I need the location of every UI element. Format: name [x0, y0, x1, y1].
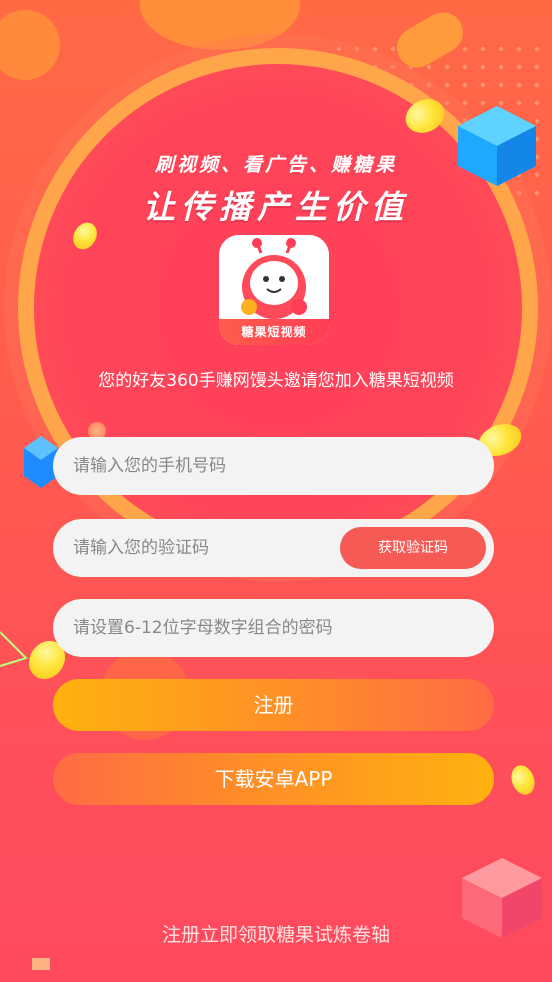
triangle-outline-icon [0, 631, 28, 667]
password-input[interactable] [73, 618, 494, 638]
footer-text: 注册立即领取糖果试炼卷轴 [161, 924, 390, 946]
app-icon-label: 糖果短视频 [219, 319, 329, 345]
get-code-button[interactable]: 获取验证码 [340, 527, 486, 569]
code-input[interactable] [73, 538, 323, 558]
phone-field[interactable] [53, 437, 494, 495]
password-field[interactable] [53, 599, 494, 657]
decor-mark [32, 958, 50, 970]
mascot-icon [219, 235, 329, 325]
invite-text: 您的好友360手赚网馒头邀请您加入糖果短视频 [98, 371, 454, 391]
decor-blob [140, 0, 300, 50]
coin-icon [507, 762, 539, 798]
register-button[interactable]: 注册 [53, 679, 494, 731]
decor-blob [0, 10, 60, 80]
tagline: 刷视频、看广告、赚糖果 [154, 154, 397, 176]
download-android-button[interactable]: 下载安卓APP [53, 753, 494, 805]
headline: 让传播产生价值 [142, 188, 409, 226]
code-field[interactable]: 获取验证码 [53, 519, 494, 577]
app-icon: 糖果短视频 [219, 235, 329, 345]
phone-input[interactable] [73, 456, 494, 476]
